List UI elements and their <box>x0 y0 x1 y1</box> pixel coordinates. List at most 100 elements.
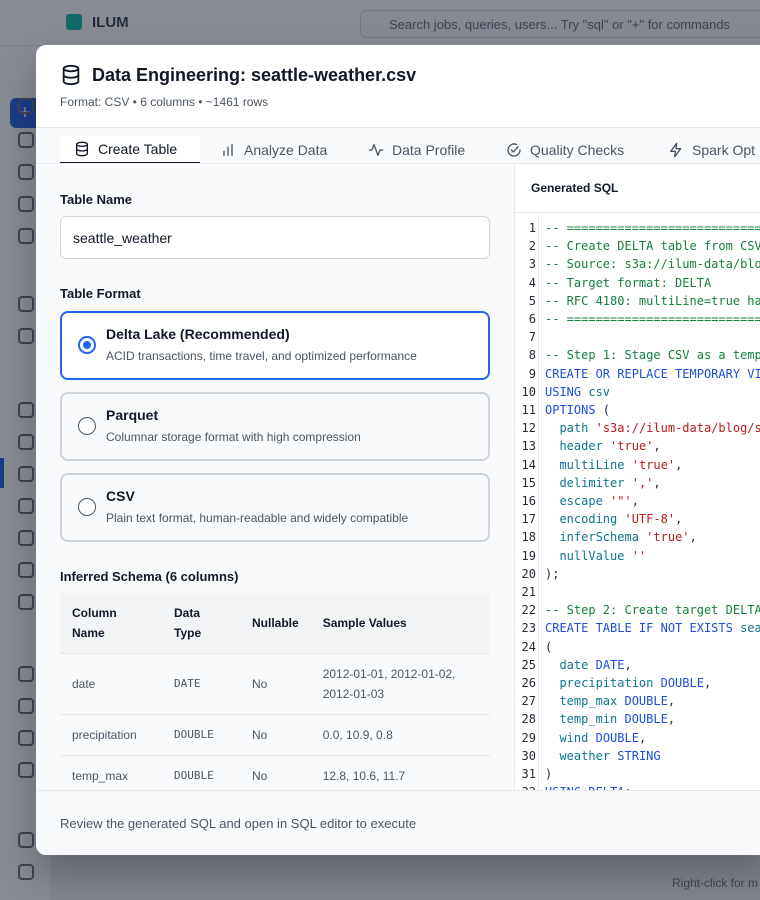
code-token: temp_min <box>559 712 618 727</box>
code-token: multiLine <box>559 457 625 472</box>
cell-sample-values: 2012-01-01, 2012-01-02, 2012-01-03 <box>310 653 490 715</box>
table-row: precipitation DOUBLE No 0.0, 10.9, 0.8 <box>60 714 490 756</box>
activity-icon <box>368 144 384 156</box>
code-token: -- Create DELTA table from CSV <box>545 239 760 254</box>
tab-analyze-data[interactable]: Analyze Data <box>206 136 341 163</box>
code-text: date DATE, <box>545 656 631 674</box>
csv-radio[interactable] <box>78 498 96 516</box>
line-number: 25 <box>521 657 536 672</box>
code-line: 13 header 'true', <box>515 437 760 455</box>
tab-label: Quality Checks <box>530 142 625 158</box>
format-option-delta[interactable]: Delta Lake (Recommended) ACID transactio… <box>60 311 490 380</box>
code-token: DATE <box>595 657 625 672</box>
code-line: 22 -- Step 2: Create target DELTA <box>515 601 760 619</box>
sql-panel-title: Generated SQL <box>531 181 619 195</box>
code-text: nullValue '' <box>545 547 646 565</box>
format-option-title: Parquet <box>106 407 159 423</box>
code-text: -- Step 2: Create target DELTA <box>545 601 760 619</box>
parquet-radio[interactable] <box>78 417 96 435</box>
format-option-parquet[interactable]: Parquet Columnar storage format with hig… <box>60 392 490 461</box>
code-text: inferSchema 'true', <box>545 528 696 546</box>
line-number: 12 <box>521 421 536 436</box>
code-token: , <box>675 457 683 472</box>
code-token: header <box>559 439 603 454</box>
tab-label: Create Table <box>98 141 178 157</box>
code-line: 7 <box>515 328 760 346</box>
line-number: 22 <box>521 603 536 618</box>
create-table-form[interactable]: Table Name seattle_weather Table Format … <box>36 165 514 790</box>
tab-spark-optimization[interactable]: Spark Opt <box>654 136 760 163</box>
code-token: 'UTF-8' <box>624 512 676 527</box>
line-number: 15 <box>521 475 536 490</box>
line-number: 29 <box>521 730 536 745</box>
code-token: -- Source: s3a://ilum-data/blo <box>545 257 760 272</box>
sql-header: Generated SQL <box>515 165 760 213</box>
code-token: encoding <box>559 512 618 527</box>
format-option-csv[interactable]: CSV Plain text format, human-readable an… <box>60 473 490 542</box>
code-token: CREATE OR REPLACE TEMPORARY VI <box>545 366 760 381</box>
code-token: , <box>667 694 676 709</box>
code-token: 's3a://ilum-data/blog/s <box>595 421 760 436</box>
line-number: 7 <box>528 330 536 345</box>
code-text: CREATE TABLE IF NOT EXISTS sea <box>545 619 760 637</box>
line-number: 18 <box>521 530 536 545</box>
code-line: 3 -- Source: s3a://ilum-data/blo <box>515 255 760 273</box>
code-line: 14 multiLine 'true', <box>515 456 760 474</box>
cell-column-name: date <box>60 653 162 715</box>
code-token: , <box>703 676 712 690</box>
code-token: OPTIONS <box>545 403 596 417</box>
code-line: 32 USING DELTA; <box>515 783 760 790</box>
table-name-label: Table Name <box>60 192 133 207</box>
code-text: ) <box>545 765 552 783</box>
code-text: -- =========================== <box>545 219 760 237</box>
code-text: temp_min DOUBLE, <box>545 710 675 728</box>
code-line: 17 encoding 'UTF-8', <box>515 510 760 528</box>
code-token: , <box>675 512 683 527</box>
sql-code-editor[interactable]: 1 -- =========================== 2 -- Creat… <box>515 214 760 790</box>
cell-data-type: DOUBLE <box>162 714 240 756</box>
line-number: 23 <box>521 621 536 636</box>
code-token: ( <box>595 403 611 417</box>
code-token: inferSchema <box>559 530 639 545</box>
code-text: temp_max DOUBLE, <box>545 692 675 710</box>
line-number: 13 <box>521 439 536 454</box>
code-text: wind DOUBLE, <box>545 729 646 747</box>
line-number: 30 <box>521 748 536 763</box>
code-line: 2 -- Create DELTA table from CSV <box>515 237 760 255</box>
line-number: 16 <box>521 494 536 508</box>
code-text: -- Step 1: Stage CSV as a temp <box>545 346 760 364</box>
code-line: 10 USING csv <box>515 383 760 401</box>
tab-data-profile[interactable]: Data Profile <box>354 136 479 163</box>
line-number: 31 <box>521 767 536 781</box>
code-line: 26 precipitation DOUBLE, <box>515 674 760 692</box>
line-number: 26 <box>521 676 536 690</box>
table-name-input[interactable]: seattle_weather <box>60 216 490 259</box>
code-line: 27 temp_max DOUBLE, <box>515 692 760 710</box>
code-token: STRING <box>617 748 661 763</box>
code-text: delimiter ',', <box>545 474 660 492</box>
line-number: 3 <box>528 257 536 272</box>
delta-radio[interactable] <box>78 336 96 354</box>
code-line: 9 CREATE OR REPLACE TEMPORARY VI <box>515 365 760 383</box>
format-option-desc: Columnar storage format with high compre… <box>106 430 361 444</box>
tab-quality-checks[interactable]: Quality Checks <box>492 136 638 163</box>
code-token: wind <box>559 730 589 745</box>
code-token: nullValue <box>559 548 625 563</box>
code-text: encoding 'UTF-8', <box>545 510 682 528</box>
column-header: Nullable <box>240 593 311 654</box>
code-line: 24 ( <box>515 638 760 656</box>
code-token: , <box>653 439 661 454</box>
tab-create-table[interactable]: Create Table <box>60 136 200 163</box>
code-line: 20); <box>515 565 760 583</box>
code-token: 'true' <box>610 439 654 454</box>
table-row: temp_max DOUBLE No 12.8, 10.6, 11.7 <box>60 755 490 790</box>
cell-sample-values: 12.8, 10.6, 11.7 <box>310 755 490 790</box>
